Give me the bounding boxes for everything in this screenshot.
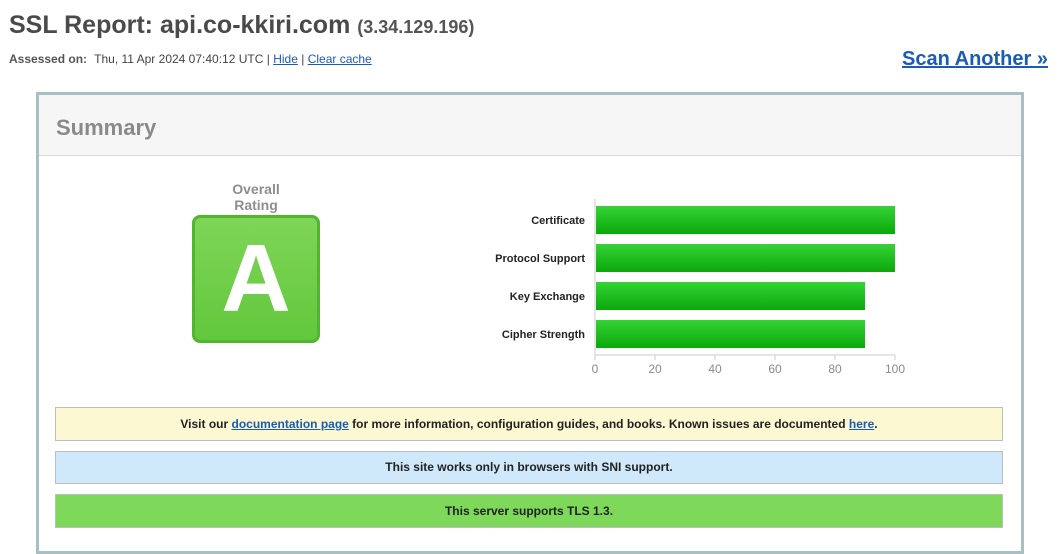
category-label: Cipher Strength (502, 329, 585, 341)
summary-title: Summary (56, 115, 157, 140)
documentation-page-link[interactable]: documentation page (232, 417, 349, 431)
bar-protocol-support (596, 244, 895, 272)
summary-panel: Summary Overall Rating A 0 20 40 60 80 100 Cer… (36, 92, 1024, 554)
bar-certificate (596, 206, 895, 234)
assessed-label: Assessed on: (9, 52, 88, 66)
scan-another-link[interactable]: Scan Another » (902, 48, 1048, 71)
x-tick-label: 40 (708, 362, 722, 376)
clear-cache-link[interactable]: Clear cache (308, 52, 372, 66)
hide-link[interactable]: Hide (273, 52, 298, 66)
overall-rating-label: Overall Rating (232, 181, 280, 213)
category-label: Certificate (531, 215, 585, 227)
documentation-notice: Visit our documentation page for more in… (55, 407, 1003, 441)
x-tick-label: 100 (885, 362, 905, 376)
ip-address: (3.34.129.196) (357, 17, 475, 37)
rating-chart: 0 20 40 60 80 100 Certificate Protocol Support K… (479, 195, 919, 385)
host-name: api.co-kkiri.com (159, 11, 351, 39)
page-title: SSL Report: api.co-kkiri.com (3.34.129.1… (9, 11, 474, 40)
assessed-line: Assessed on: Thu, 11 Apr 2024 07:40:12 U… (9, 52, 372, 66)
x-tick-label: 20 (648, 362, 662, 376)
separator: | (266, 52, 270, 66)
sni-notice: This site works only in browsers with SN… (55, 451, 1003, 484)
title-prefix: SSL Report: (9, 11, 160, 39)
category-label: Protocol Support (495, 253, 585, 265)
x-tick-label: 60 (768, 362, 782, 376)
bar-cipher-strength (596, 320, 865, 348)
x-tick-label: 80 (828, 362, 842, 376)
known-issues-link[interactable]: here (849, 417, 874, 431)
separator: | (301, 52, 305, 66)
category-label: Key Exchange (510, 291, 585, 303)
x-tick-label: 0 (592, 362, 599, 376)
bar-key-exchange (596, 282, 865, 310)
tls-notice: This server supports TLS 1.3. (55, 494, 1003, 528)
rating-chart-svg: 0 20 40 60 80 100 Certificate Protocol Support K… (495, 199, 905, 376)
summary-header: Summary (39, 95, 1021, 156)
grade-badge: A (192, 215, 320, 343)
assessed-date: Thu, 11 Apr 2024 07:40:12 UTC (94, 52, 264, 66)
